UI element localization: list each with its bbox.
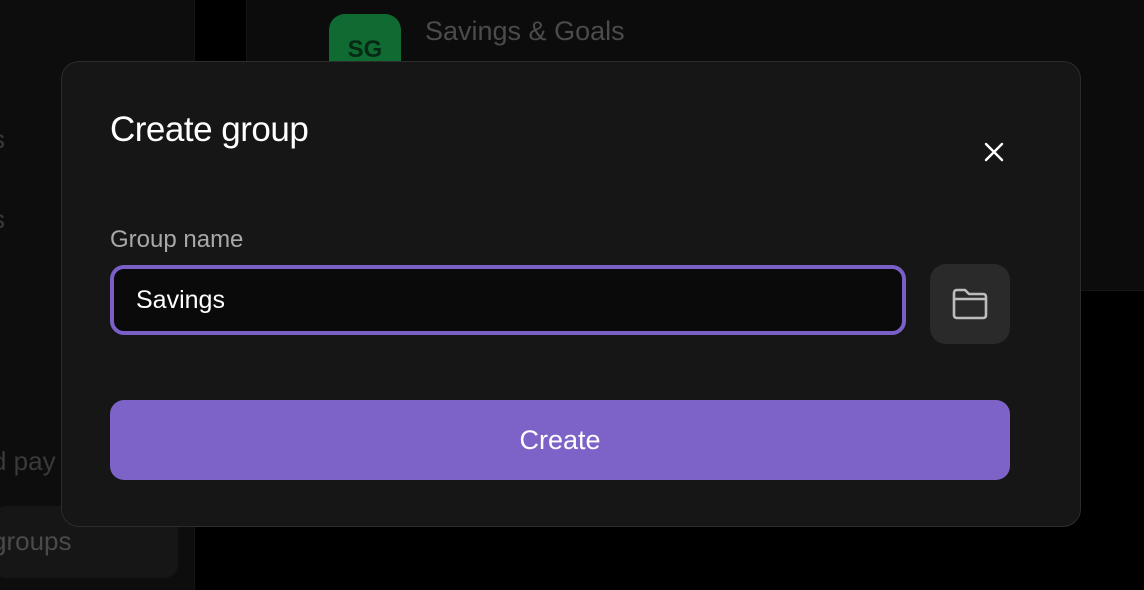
close-icon — [984, 142, 1004, 162]
sidebar-item-label: s — [0, 124, 5, 154]
sidebar-item-label: groups — [0, 526, 72, 556]
sidebar-item[interactable]: s — [0, 204, 13, 235]
dialog-title: Create group — [110, 110, 309, 149]
folder-button[interactable] — [930, 264, 1010, 344]
group-name-label: Group name — [110, 226, 244, 253]
sidebar-item-label: s — [0, 204, 5, 234]
sidebar-item[interactable]: d pay — [0, 446, 64, 477]
sidebar-item[interactable]: s — [0, 124, 13, 155]
sidebar-item-label: d pay — [0, 446, 56, 476]
create-group-dialog: Create group Group name Create — [61, 61, 1081, 527]
group-name-input[interactable] — [110, 265, 906, 335]
folder-icon — [952, 288, 988, 320]
create-button[interactable]: Create — [110, 400, 1010, 480]
close-button[interactable] — [974, 132, 1014, 172]
group-title: Savings & Goals — [425, 16, 625, 46]
